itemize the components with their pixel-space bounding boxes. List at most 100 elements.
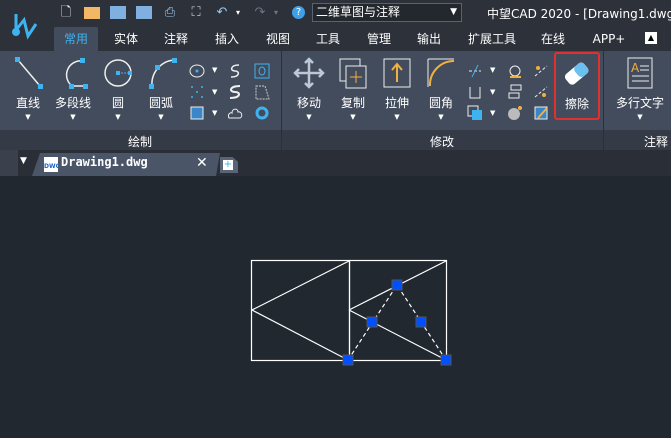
copy-icon <box>339 58 367 89</box>
redo-icon[interactable]: ↷ <box>252 5 268 21</box>
grip[interactable] <box>440 354 452 366</box>
zoom-extents-icon[interactable]: ⛶ <box>188 5 204 21</box>
dropdown-icon: ▼ <box>637 113 643 121</box>
move-button[interactable]: 移动 ▼ <box>286 56 332 121</box>
trim-icon[interactable] <box>466 62 484 80</box>
circle-label: 圆 <box>111 96 124 110</box>
close-tab-icon[interactable]: ✕ <box>196 155 208 171</box>
dropdown-icon: ▼ <box>394 113 400 121</box>
grip[interactable] <box>366 316 378 328</box>
chevron-down-icon: ▼ <box>450 7 457 17</box>
rectangle-icon[interactable] <box>253 62 271 80</box>
left-triangle-lines[interactable] <box>250 260 350 361</box>
break-icon[interactable] <box>532 83 550 101</box>
edit-hatch-icon[interactable] <box>532 104 550 122</box>
mtext-icon: A <box>627 57 653 89</box>
grip[interactable] <box>391 279 403 291</box>
revcloud-icon[interactable] <box>226 104 244 122</box>
tab-online[interactable]: 在线 <box>533 27 573 51</box>
window-title: 中望CAD 2020 - [Drawing1.dwg] <box>487 7 671 21</box>
ellipse-icon[interactable] <box>188 62 206 80</box>
mtext-label: 多行文字 <box>615 96 664 110</box>
line-label: 直线 <box>15 96 40 110</box>
stretch-button[interactable]: 拉伸 ▼ <box>374 56 420 121</box>
tab-manage[interactable]: 管理 <box>359 27 399 51</box>
array-icon[interactable] <box>466 104 484 122</box>
new-file-icon[interactable]: 🗋 <box>58 5 74 21</box>
help-icon[interactable]: ? <box>292 6 305 19</box>
dropdown-icon[interactable]: ▼ <box>212 109 217 117</box>
workspace-value: 二维草图与注释 <box>316 5 401 19</box>
erase-button[interactable]: 擦除 <box>554 52 600 120</box>
svg-text:A: A <box>631 61 640 75</box>
open-folder-icon[interactable] <box>84 7 100 19</box>
stretch-icon <box>383 58 411 88</box>
collapse-ribbon-button[interactable]: ▲ <box>645 32 657 44</box>
tab-app-plus[interactable]: APP+ <box>586 27 632 51</box>
circle-button[interactable]: 圆 ▼ <box>95 56 141 121</box>
fillet-label: 圆角 <box>428 96 453 110</box>
donut-icon[interactable] <box>253 104 271 122</box>
extend-icon[interactable] <box>532 62 550 80</box>
polyline-label: 多段线 <box>54 96 91 110</box>
drawing-canvas[interactable] <box>0 176 671 438</box>
tab-view[interactable]: 视图 <box>258 27 298 51</box>
grip[interactable] <box>342 354 354 366</box>
polyline-button[interactable]: 多段线 ▼ <box>50 56 96 121</box>
explode-icon[interactable] <box>506 104 524 122</box>
arc-button[interactable]: 圆弧 ▼ <box>138 56 184 121</box>
app-logo[interactable] <box>6 8 42 44</box>
offset-icon[interactable] <box>226 83 244 101</box>
undo-dropdown-icon[interactable]: ▾ <box>230 5 246 21</box>
copy-button[interactable]: 复制 ▼ <box>330 56 376 121</box>
panel-label-annotate: 注释 <box>644 135 669 149</box>
eraser-icon <box>564 62 589 85</box>
mtext-button[interactable]: A 多行文字 ▼ <box>610 56 670 121</box>
tab-annotate[interactable]: 注释 <box>156 27 196 51</box>
save-icon[interactable] <box>110 6 126 19</box>
redo-dropdown-icon[interactable]: ▾ <box>268 5 284 21</box>
save-as-icon[interactable] <box>136 6 152 19</box>
circle-icon <box>104 59 132 87</box>
point-icon[interactable] <box>188 83 206 101</box>
undo-icon[interactable]: ↶ <box>214 5 230 21</box>
dropdown-icon[interactable]: ▼ <box>212 66 217 74</box>
tab-tools[interactable]: 工具 <box>308 27 348 51</box>
plus-icon: + <box>223 159 233 170</box>
tab-solid[interactable]: 实体 <box>106 27 146 51</box>
dropdown-icon[interactable]: ▼ <box>490 66 495 74</box>
dropdown-icon: ▼ <box>70 113 76 121</box>
right-rectangle[interactable] <box>348 259 448 362</box>
copy-label: 复制 <box>340 96 365 110</box>
left-rectangle[interactable] <box>250 259 351 362</box>
panel-label-bar <box>0 130 671 150</box>
tab-insert[interactable]: 插入 <box>207 27 247 51</box>
document-tab-label: Drawing1.dwg <box>61 155 148 169</box>
print-icon[interactable]: ⎙ <box>162 5 178 21</box>
dropdown-icon[interactable]: ▼ <box>490 109 495 117</box>
scale-icon[interactable] <box>466 83 484 101</box>
workspace-select[interactable]: 二维草图与注释 ▼ <box>312 3 462 22</box>
align-icon[interactable] <box>506 83 524 101</box>
dropdown-icon[interactable]: ▼ <box>212 88 217 96</box>
tab-extensions[interactable]: 扩展工具 <box>464 27 520 51</box>
fillet-button[interactable]: 圆角 ▼ <box>418 56 464 121</box>
rotate-icon[interactable] <box>506 62 524 80</box>
right-lower-line[interactable] <box>348 309 447 361</box>
grip[interactable] <box>415 316 427 328</box>
panel-label-modify: 修改 <box>430 135 455 149</box>
arc-label: 圆弧 <box>148 96 173 110</box>
line-button[interactable]: 直线 ▼ <box>5 56 51 121</box>
hatch-icon[interactable] <box>188 104 206 122</box>
dropdown-icon: ▼ <box>25 113 31 121</box>
selected-triangle[interactable] <box>347 283 447 361</box>
tab-home[interactable]: 常用 <box>54 27 98 51</box>
line-icon <box>15 57 43 89</box>
spline-icon[interactable] <box>226 62 244 80</box>
tab-output[interactable]: 输出 <box>409 27 449 51</box>
dropdown-icon: ▼ <box>158 113 164 121</box>
tab-list-dropdown-icon[interactable]: ▼ <box>20 156 27 166</box>
region-icon[interactable] <box>253 83 271 101</box>
dropdown-icon[interactable]: ▼ <box>490 88 495 96</box>
move-label: 移动 <box>296 96 321 110</box>
